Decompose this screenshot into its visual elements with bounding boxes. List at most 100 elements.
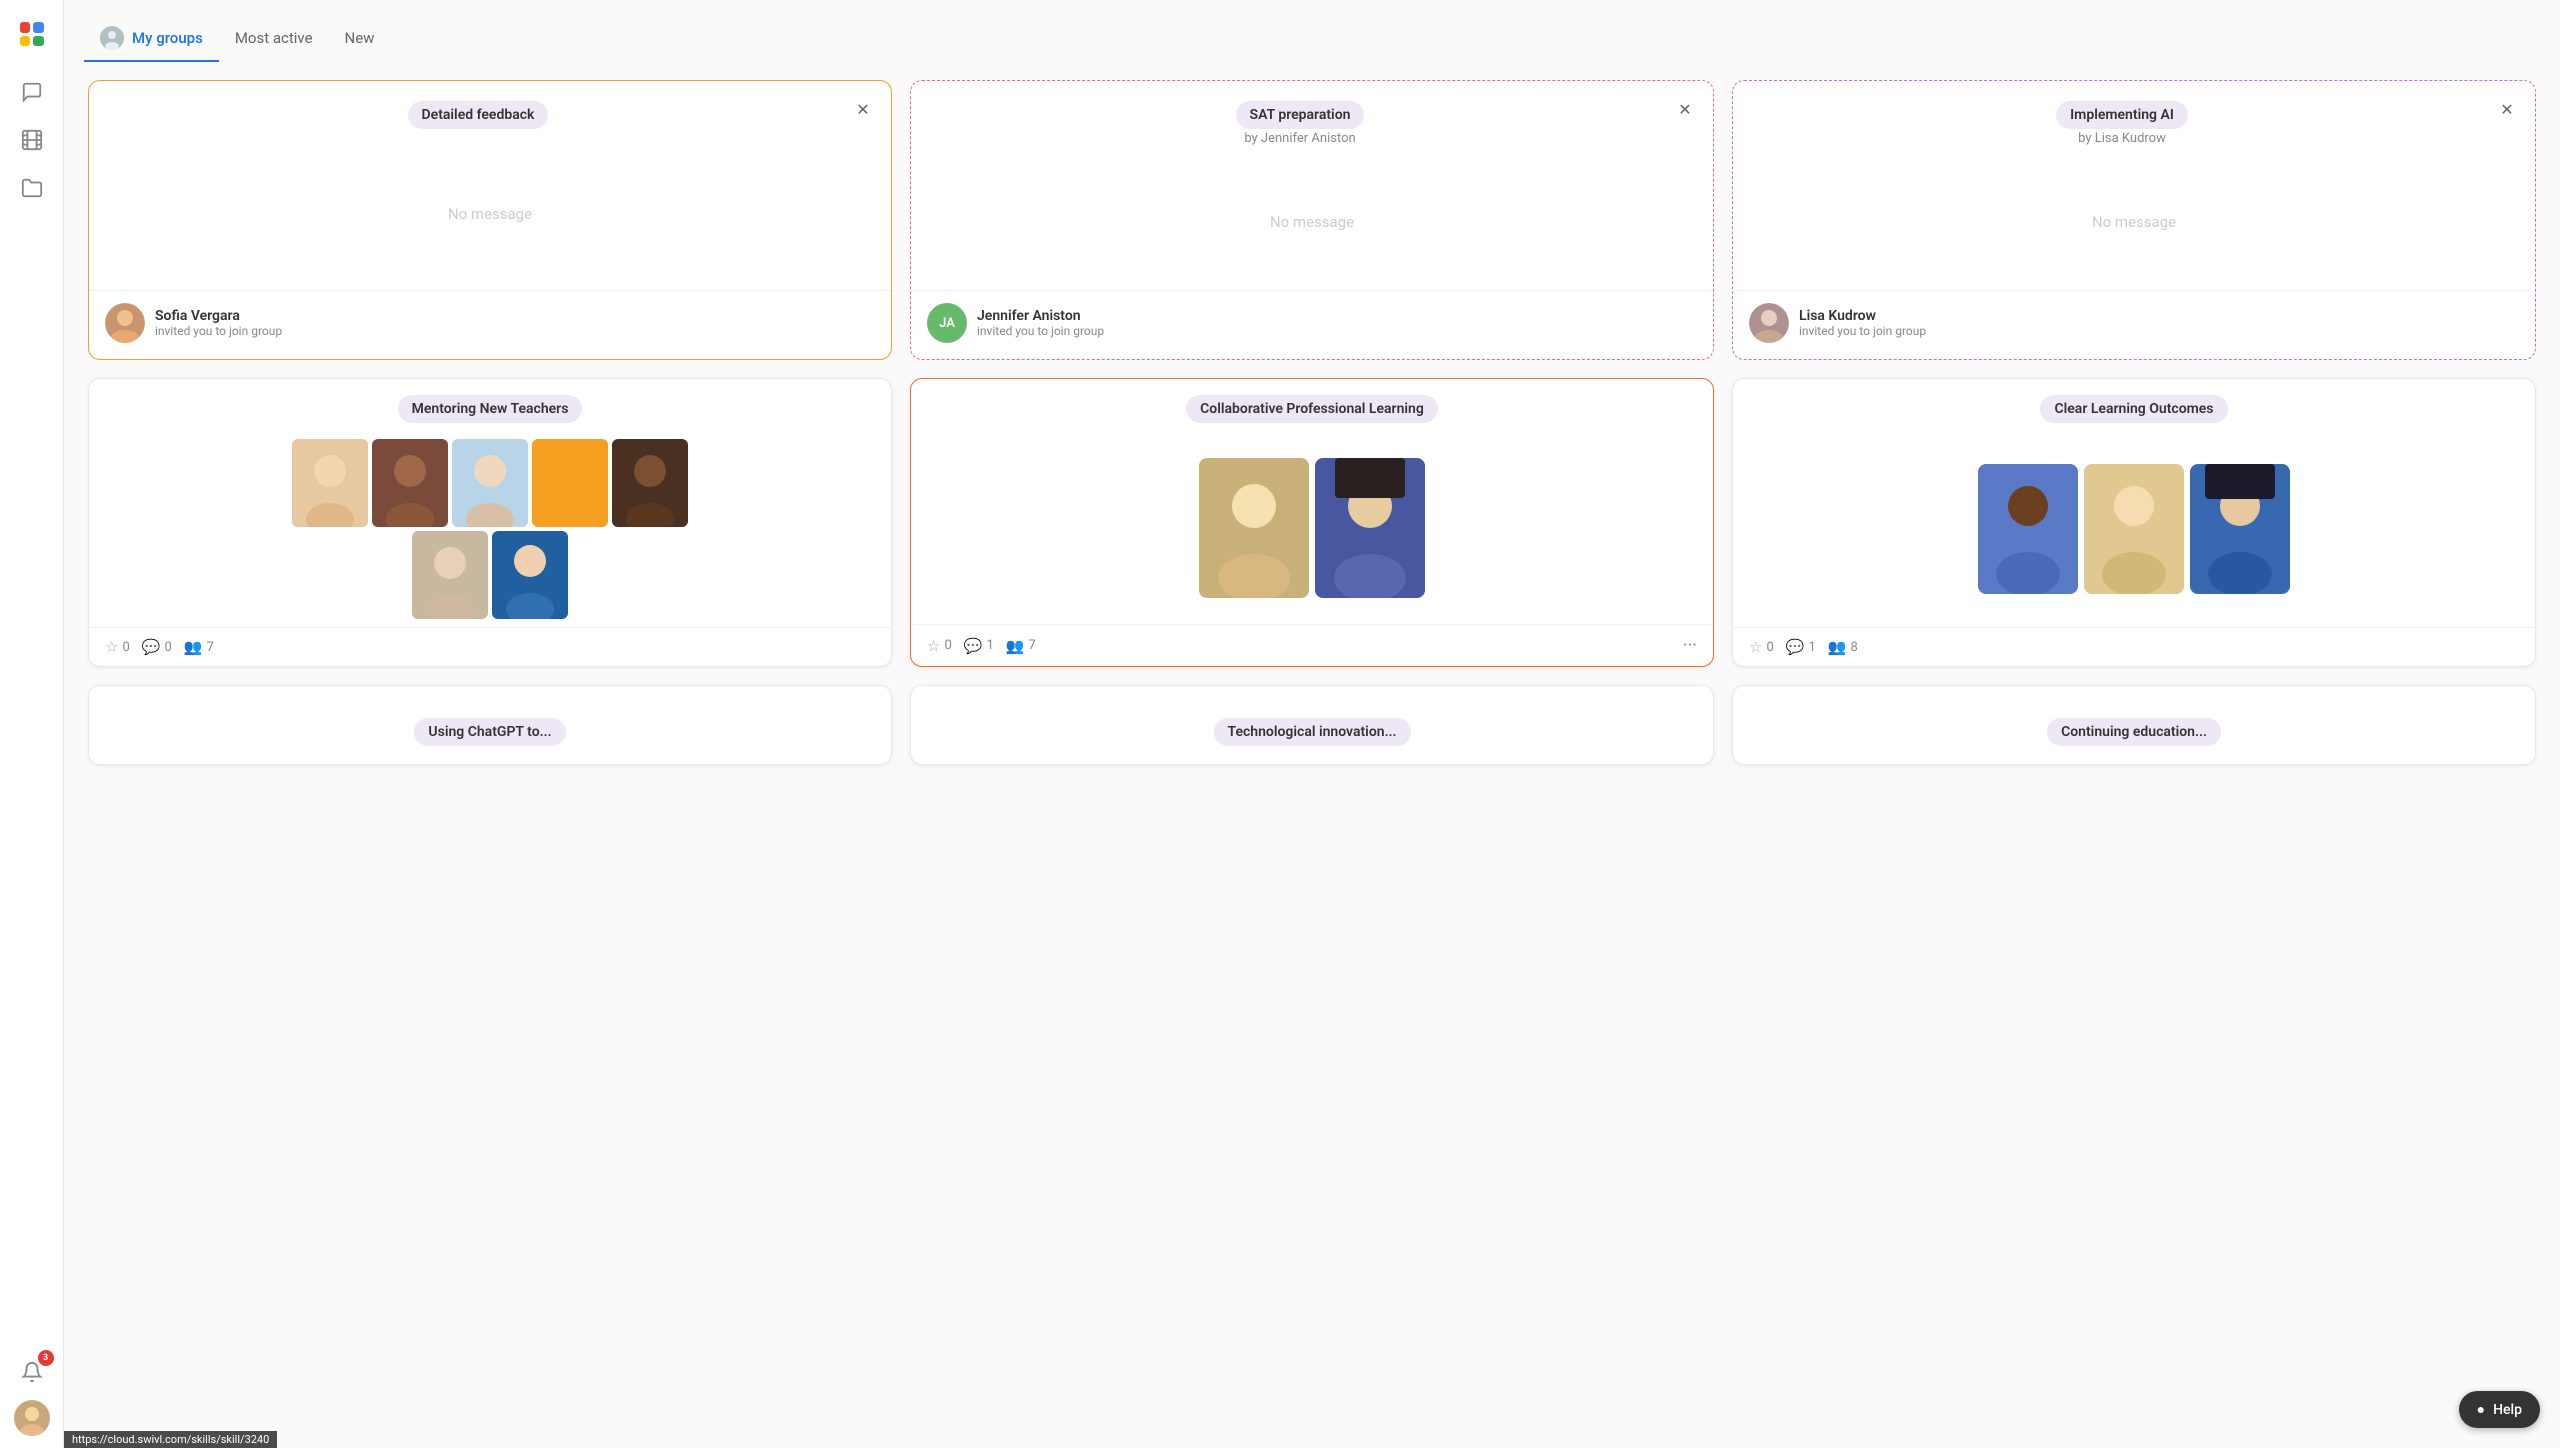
more-options-button[interactable]: ··· — [1683, 635, 1697, 656]
chat-icon[interactable] — [12, 72, 52, 112]
group-card-technological: Technological innovation... — [910, 685, 1714, 765]
sidebar: 3 — [0, 0, 64, 1448]
card-footer-stats: ☆ 0 💬 1 👥 7 ··· — [911, 624, 1713, 666]
card-footer-invite: Sofia Vergara invited you to join group — [89, 290, 891, 359]
card-footer-invite: JA Jennifer Aniston invited you to join … — [911, 290, 1713, 359]
status-bar: https://cloud.swivl.com/skills/skill/324… — [64, 1431, 277, 1448]
stars-stat: ☆ 0 — [1749, 638, 1774, 656]
tabs-bar: My groups Most active New — [64, 0, 2560, 62]
card-header: Mentoring New Teachers — [89, 379, 891, 431]
help-label: Help — [2493, 1402, 2522, 1418]
comments-stat: 💬 1 — [964, 637, 994, 655]
members-stat: 👥 7 — [184, 638, 214, 656]
close-button[interactable]: ✕ — [851, 97, 875, 121]
tab-new[interactable]: New — [329, 19, 391, 59]
inviter-avatar-initials: JA — [927, 303, 967, 343]
tab-most-active[interactable]: Most active — [219, 19, 329, 59]
stars-count: 0 — [944, 638, 951, 653]
inviter-avatar — [105, 303, 145, 343]
star-icon: ☆ — [1749, 638, 1762, 656]
card-header: Implementing AI by Lisa Kudrow ✕ — [1733, 81, 2535, 154]
help-button[interactable]: ● Help — [2459, 1391, 2540, 1428]
card-subtitle: by Lisa Kudrow — [2062, 131, 2182, 146]
members-count: 7 — [1028, 638, 1035, 653]
no-message-text: No message — [448, 205, 532, 223]
comment-icon: 💬 — [1786, 638, 1805, 656]
card-body — [1733, 431, 2535, 627]
card-title: Implementing AI — [2056, 101, 2188, 129]
user-avatar[interactable] — [14, 1400, 50, 1436]
no-message-text: No message — [2092, 213, 2176, 231]
group-card-chatgpt: Using ChatGPT to... — [88, 685, 892, 765]
tab-avatar — [100, 26, 124, 50]
card-body: No message — [89, 137, 891, 290]
folder-icon[interactable] — [12, 168, 52, 208]
inviter-action: invited you to join group — [1799, 324, 1926, 338]
star-icon: ☆ — [927, 637, 940, 655]
close-button[interactable]: ✕ — [1673, 97, 1697, 121]
card-header: Using ChatGPT to... — [89, 686, 891, 762]
comment-icon: 💬 — [964, 637, 983, 655]
no-message-text: No message — [1270, 213, 1354, 231]
members-icon: 👥 — [1828, 638, 1847, 656]
notification-bell[interactable]: 3 — [12, 1352, 52, 1392]
card-title: Collaborative Professional Learning — [1186, 395, 1438, 423]
members-icon: 👥 — [1006, 637, 1025, 655]
card-footer-stats: ☆ 0 💬 0 👥 7 — [89, 627, 891, 666]
close-button[interactable]: ✕ — [2495, 97, 2519, 121]
star-icon: ☆ — [105, 638, 118, 656]
inviter-action: invited you to join group — [155, 324, 282, 338]
card-header: Collaborative Professional Learning — [911, 379, 1713, 431]
groups-grid: Detailed feedback ✕ No message Sofia Ver… — [64, 62, 2560, 783]
invite-card-implementing-ai: Implementing AI by Lisa Kudrow ✕ No mess… — [1732, 80, 2536, 360]
inviter-name: Lisa Kudrow — [1799, 308, 1926, 324]
inviter-info: Jennifer Aniston invited you to join gro… — [977, 308, 1104, 338]
card-body — [911, 431, 1713, 624]
members-stat: 👥 7 — [1006, 637, 1036, 655]
card-title: Continuing education... — [2047, 718, 2221, 746]
members-count: 8 — [1850, 640, 1857, 655]
card-title: Using ChatGPT to... — [414, 718, 565, 746]
app-logo[interactable] — [10, 12, 54, 56]
members-count: 7 — [206, 640, 213, 655]
card-body — [89, 431, 891, 627]
members-icon: 👥 — [184, 638, 203, 656]
notification-count: 3 — [38, 1350, 54, 1366]
card-header: Technological innovation... — [911, 686, 1713, 762]
card-title: Detailed feedback — [408, 101, 549, 129]
group-card-mentoring: Mentoring New Teachers — [88, 378, 892, 667]
card-body: No message — [911, 154, 1713, 290]
card-footer-invite: Lisa Kudrow invited you to join group — [1733, 290, 2535, 359]
comments-stat: 💬 1 — [1786, 638, 1816, 656]
inviter-info: Sofia Vergara invited you to join group — [155, 308, 282, 338]
comments-stat: 💬 0 — [142, 638, 172, 656]
card-footer-stats: ☆ 0 💬 1 👥 8 — [1733, 627, 2535, 666]
inviter-info: Lisa Kudrow invited you to join group — [1799, 308, 1926, 338]
card-body: No message — [1733, 154, 2535, 290]
invite-card-sat-preparation: SAT preparation by Jennifer Aniston ✕ No… — [910, 80, 1714, 360]
card-header: Detailed feedback ✕ — [89, 81, 891, 137]
comments-count: 0 — [164, 640, 171, 655]
comments-count: 1 — [1808, 640, 1815, 655]
inviter-name: Sofia Vergara — [155, 308, 282, 324]
film-icon[interactable] — [12, 120, 52, 160]
main-content: My groups Most active New Detailed feedb… — [64, 0, 2560, 1448]
invite-card-detailed-feedback: Detailed feedback ✕ No message Sofia Ver… — [88, 80, 892, 360]
inviter-avatar — [1749, 303, 1789, 343]
tab-my-groups-label: My groups — [132, 29, 203, 47]
inviter-action: invited you to join group — [977, 324, 1104, 338]
card-header: SAT preparation by Jennifer Aniston ✕ — [911, 81, 1713, 154]
comment-icon: 💬 — [142, 638, 161, 656]
inviter-name: Jennifer Aniston — [977, 308, 1104, 324]
comments-count: 1 — [986, 638, 993, 653]
card-header: Continuing education... — [1733, 686, 2535, 762]
group-card-clear-learning: Clear Learning Outcomes — [1732, 378, 2536, 667]
card-title: Technological innovation... — [1214, 718, 1411, 746]
card-title: SAT preparation — [1236, 101, 1365, 129]
card-subtitle: by Jennifer Aniston — [1228, 131, 1371, 146]
tab-new-label: New — [345, 29, 375, 47]
tab-most-active-label: Most active — [235, 29, 313, 47]
members-stat: 👥 8 — [1828, 638, 1858, 656]
tab-my-groups[interactable]: My groups — [84, 16, 219, 62]
help-icon: ● — [2477, 1401, 2485, 1418]
